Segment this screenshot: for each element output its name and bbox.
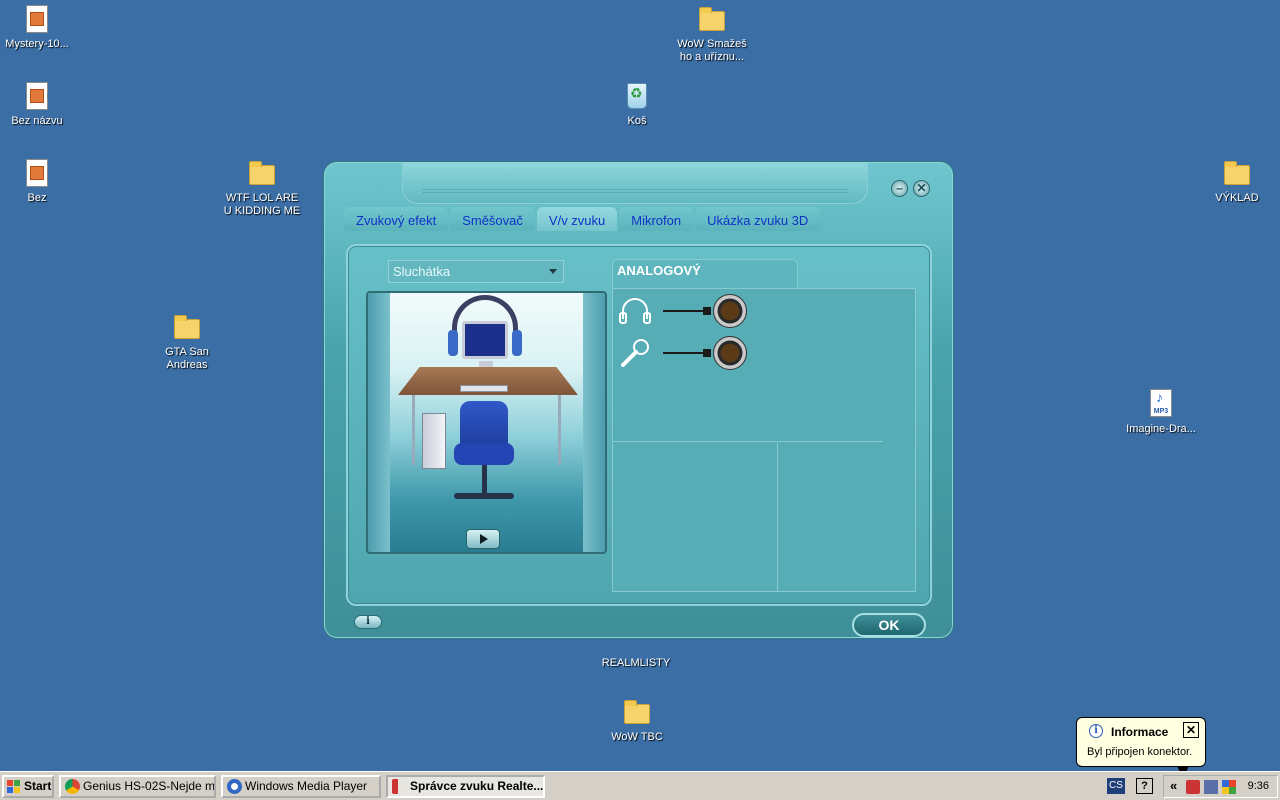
desktop-icon-gta[interactable]: GTA San Andreas — [147, 311, 227, 372]
system-tray: « 9:36 — [1163, 775, 1278, 798]
desktop-icon-label: Bez — [27, 192, 47, 204]
chrome-icon — [65, 779, 80, 794]
headphones-scene-illustration — [366, 291, 607, 554]
desktop-icon-recycle-bin[interactable]: Koš — [597, 80, 677, 128]
microphone-socket[interactable] — [713, 336, 747, 370]
tab-bar: Zvukový efekt Směšovač V/v zvuku Mikrofo… — [344, 207, 822, 231]
speaker-icon — [392, 779, 407, 794]
desktop-icon-vyklad[interactable]: VÝKLAD — [1197, 157, 1277, 205]
headphone-jack-row[interactable] — [617, 293, 747, 329]
desktop-icon-wow-smazes[interactable]: WoW Smažeš ho a uříznu... — [672, 3, 752, 64]
folder-icon — [696, 3, 728, 35]
desktop-icon-label: Imagine-Dra... — [1126, 423, 1196, 435]
help-icon[interactable]: ? — [1136, 778, 1153, 794]
taskbar-item-label: Správce zvuku Realte... — [410, 779, 544, 793]
desktop-icon-label: Bez názvu — [11, 115, 63, 127]
close-button[interactable]: ✕ — [913, 180, 930, 197]
language-indicator[interactable]: CS — [1107, 778, 1125, 794]
desktop-icon-label: REALMLISTY — [601, 657, 671, 669]
taskbar-item-label: Genius HS-02S-Nejde mi ... — [83, 779, 216, 793]
play-icon[interactable] — [466, 529, 500, 549]
folder-icon — [171, 311, 203, 343]
folder-icon — [1221, 157, 1253, 189]
cable-icon — [663, 307, 711, 315]
document-icon — [21, 157, 53, 189]
notification-balloon: i Informace ✕ Byl připojen konektor. — [1076, 717, 1206, 778]
info-button[interactable]: i — [354, 615, 382, 629]
desktop-icon-label: WoW Smažeš ho a uříznu... — [677, 38, 747, 63]
ok-button[interactable]: OK — [852, 613, 926, 637]
output-device-value: Sluchátka — [393, 264, 451, 279]
desktop-icon-mystery[interactable]: Mystery-10... — [0, 3, 77, 51]
start-label: Start — [24, 779, 52, 793]
minimize-button[interactable]: – — [891, 180, 908, 197]
tab-mixer[interactable]: Směšovač — [450, 207, 535, 231]
desktop-icon-label: WoW TBC — [611, 731, 663, 743]
desktop-icon-label: WTF LOL ARE U KIDDING ME — [223, 192, 301, 217]
tab-microphone[interactable]: Mikrofon — [619, 207, 694, 231]
recycle-bin-icon — [621, 80, 653, 112]
headphones-icon — [617, 295, 653, 327]
document-icon — [21, 3, 53, 35]
taskbar-item-label: Windows Media Player — [245, 779, 368, 793]
audio-io-panel: Sluchátka ANALOGOVÝ — [346, 244, 932, 606]
desktop-icon-bez[interactable]: Bez — [0, 157, 77, 205]
tab-audio-io[interactable]: V/v zvuku — [536, 207, 618, 231]
windows-flag-icon[interactable] — [1222, 780, 1236, 794]
balloon-close-button[interactable]: ✕ — [1183, 722, 1199, 738]
desktop-icon-imagine-dragons[interactable]: MP3 Imagine-Dra... — [1121, 388, 1201, 436]
document-icon — [21, 80, 53, 112]
clock[interactable]: 9:36 — [1248, 780, 1269, 792]
analog-connectors-panel: ANALOGOVÝ — [612, 259, 916, 596]
chevron-down-icon — [549, 269, 557, 274]
cable-icon — [663, 349, 711, 357]
desktop-icon-wow-tbc[interactable]: WoW TBC — [597, 696, 677, 744]
tab-sound-effect[interactable]: Zvukový efekt — [344, 207, 449, 231]
balloon-message: Byl připojen konektor. — [1087, 746, 1193, 758]
microphone-icon — [617, 337, 653, 369]
taskbar-item-genius[interactable]: Genius HS-02S-Nejde mi ... — [59, 775, 216, 798]
desktop-icon-label: Mystery-10... — [5, 38, 69, 50]
desktop-icon-label: Koš — [627, 115, 647, 127]
info-icon: i — [1089, 724, 1103, 738]
start-button[interactable]: Start — [2, 775, 54, 798]
media-player-icon — [227, 779, 242, 794]
microphone-jack-row[interactable] — [617, 335, 747, 371]
realtek-tray-icon[interactable] — [1186, 780, 1200, 794]
folder-icon — [621, 696, 653, 728]
title-bar[interactable] — [402, 162, 868, 204]
taskbar-item-media-player[interactable]: Windows Media Player — [221, 775, 381, 798]
taskbar: Start Genius HS-02S-Nejde mi ... Windows… — [0, 771, 1280, 800]
keyboard-illustration — [460, 385, 508, 392]
monitor-illustration — [462, 321, 508, 359]
pc-tower-illustration — [422, 413, 446, 469]
windows-logo-icon — [7, 780, 21, 793]
tray-expand-icon[interactable]: « — [1170, 778, 1177, 793]
desktop-icon-bez-nazvu[interactable]: Bez názvu — [0, 80, 77, 128]
network-icon[interactable] — [1204, 780, 1218, 794]
output-device-select[interactable]: Sluchátka — [388, 260, 564, 283]
desktop-icon-label: GTA San Andreas — [165, 346, 209, 371]
desktop-icon-wtf[interactable]: WTF LOL ARE U KIDDING ME — [222, 157, 302, 218]
balloon-title: Informace — [1111, 725, 1169, 739]
mp3-file-icon: MP3 — [1145, 388, 1177, 420]
taskbar-item-realtek[interactable]: Správce zvuku Realte... — [386, 775, 545, 798]
desktop-icon-label: VÝKLAD — [1215, 192, 1259, 204]
headphone-socket[interactable] — [713, 294, 747, 328]
tab-analog[interactable]: ANALOGOVÝ — [612, 259, 798, 289]
folder-icon — [246, 157, 278, 189]
tab-3d-demo[interactable]: Ukázka zvuku 3D — [695, 207, 821, 231]
realtek-sound-manager-window: – ✕ Zvukový efekt Směšovač V/v zvuku Mik… — [323, 161, 954, 639]
